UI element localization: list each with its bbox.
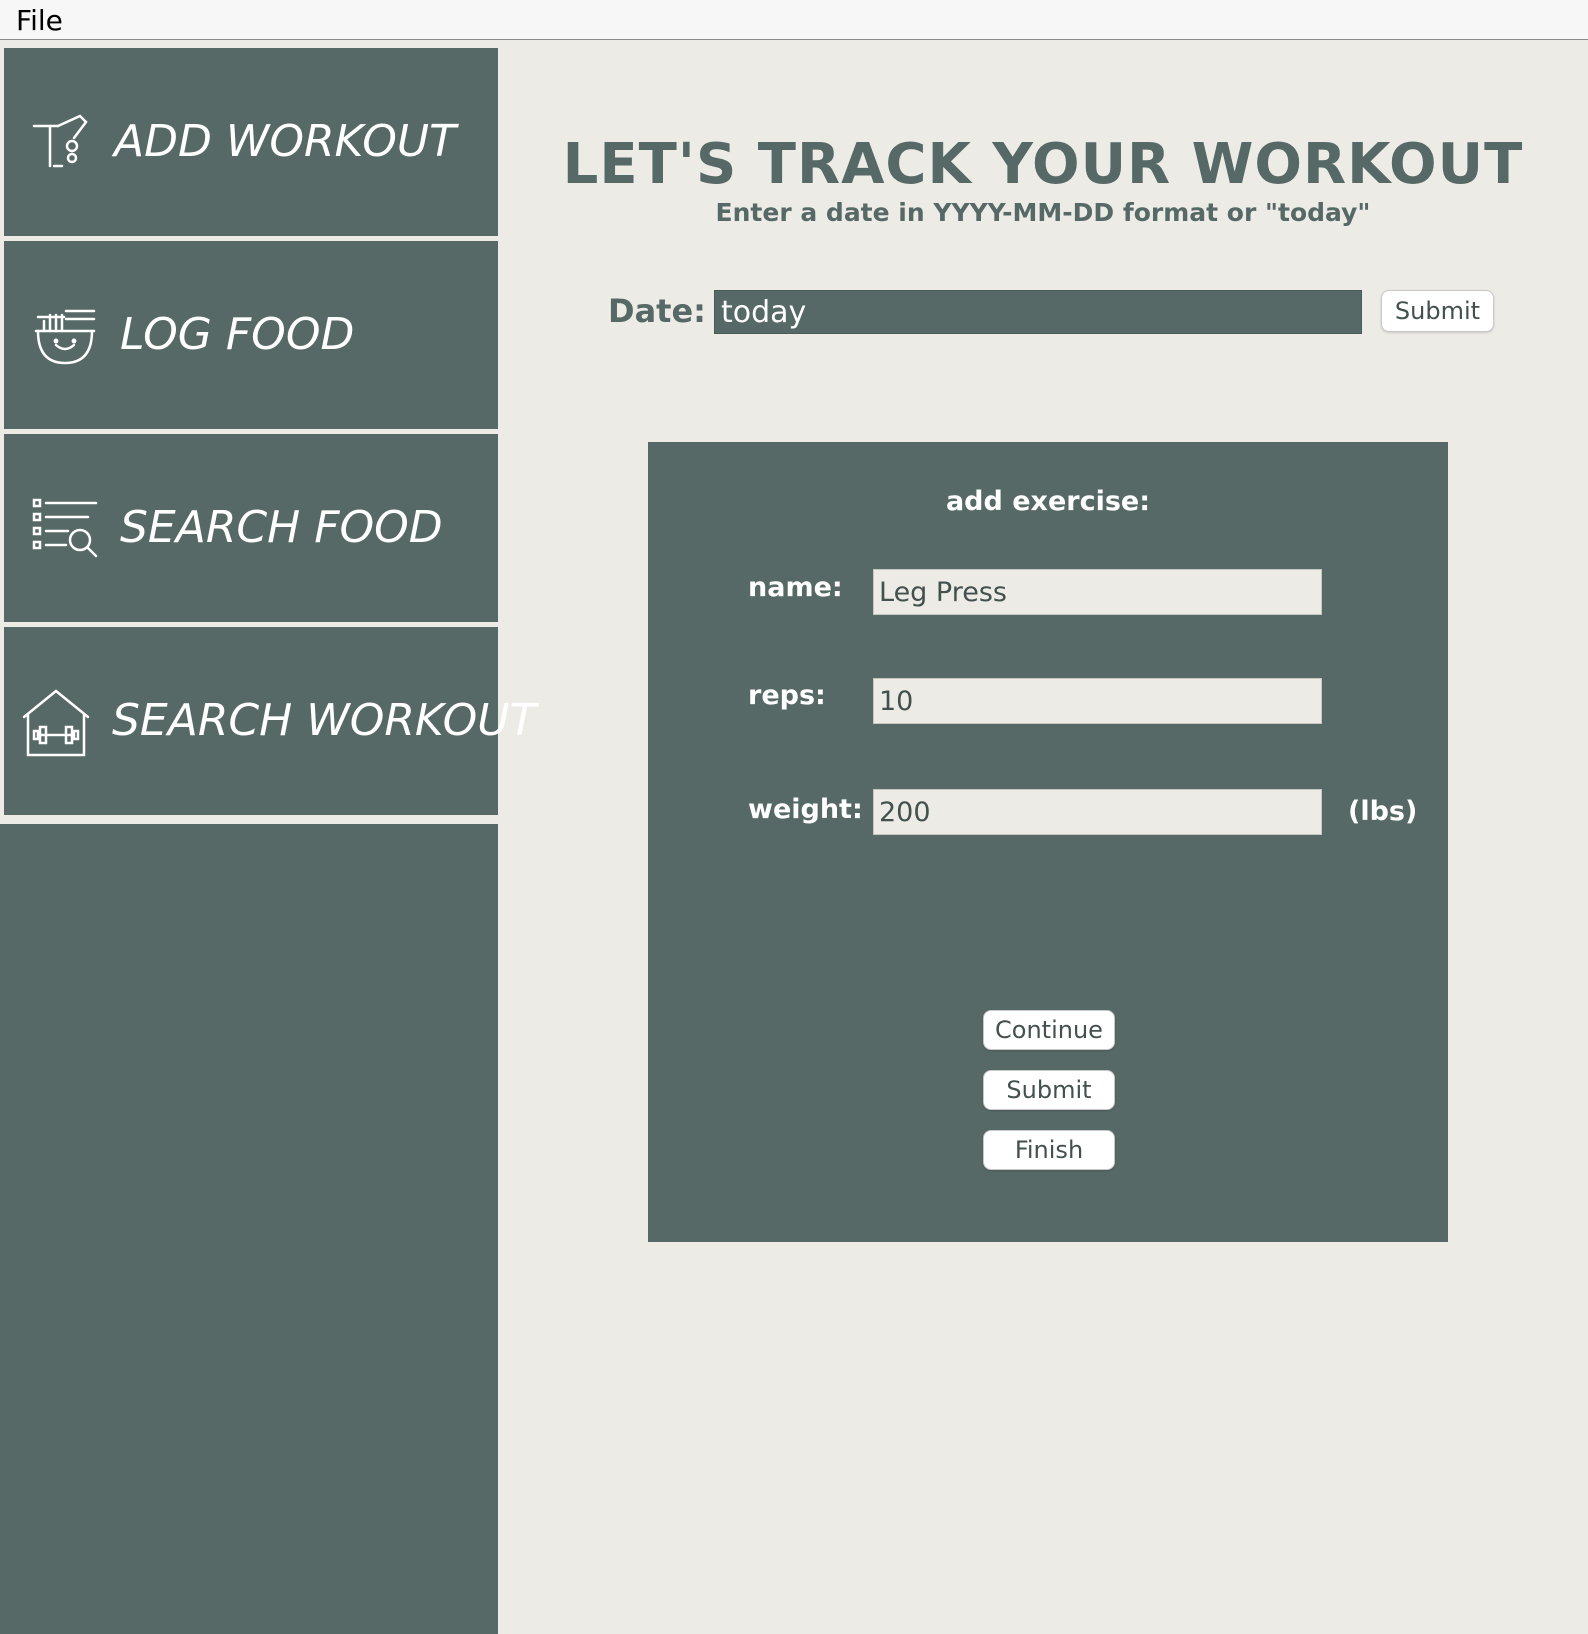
menu-bar: File bbox=[0, 0, 1588, 40]
sidebar-item-log-food[interactable]: LOG FOOD bbox=[4, 241, 498, 429]
add-exercise-panel: add exercise: name: reps: weight: (lbs) … bbox=[648, 442, 1448, 1242]
panel-title: add exercise: bbox=[945, 486, 1151, 517]
date-submit-button[interactable]: Submit bbox=[1381, 290, 1494, 332]
noodle-bowl-icon bbox=[34, 309, 96, 365]
sidebar-empty-area bbox=[0, 824, 498, 1634]
submit-button[interactable]: Submit bbox=[983, 1070, 1115, 1110]
treadmill-icon bbox=[32, 114, 88, 168]
weight-field[interactable] bbox=[873, 789, 1322, 835]
reps-label: reps: bbox=[748, 680, 826, 711]
sidebar-item-label: ADD WORKOUT bbox=[114, 116, 456, 167]
date-input[interactable] bbox=[714, 290, 1362, 334]
name-label: name: bbox=[748, 572, 843, 603]
finish-button[interactable]: Finish bbox=[983, 1130, 1115, 1170]
sidebar-item-label: SEARCH FOOD bbox=[120, 502, 443, 553]
sidebar: ADD WORKOUT LOG FOOD SEARCH FOOD SEARCH … bbox=[0, 41, 536, 1634]
weight-label: weight: bbox=[748, 794, 863, 825]
sidebar-item-label: SEARCH WORKOUT bbox=[112, 695, 537, 746]
weight-unit-label: (lbs) bbox=[1348, 796, 1418, 827]
page-subtitle: Enter a date in YYYY-MM-DD format or "to… bbox=[715, 198, 1371, 227]
sidebar-item-search-workout[interactable]: SEARCH WORKOUT bbox=[4, 627, 536, 815]
sidebar-item-add-workout[interactable]: ADD WORKOUT bbox=[4, 48, 498, 236]
exercise-name-field[interactable] bbox=[873, 569, 1322, 615]
reps-field[interactable] bbox=[873, 678, 1322, 724]
sidebar-item-search-food[interactable]: SEARCH FOOD bbox=[4, 434, 498, 622]
sidebar-item-label: LOG FOOD bbox=[120, 309, 355, 360]
file-menu[interactable]: File bbox=[16, 4, 63, 37]
gym-house-icon bbox=[22, 689, 90, 757]
continue-button[interactable]: Continue bbox=[983, 1010, 1115, 1050]
page-title: LET'S TRACK YOUR WORKOUT bbox=[562, 132, 1524, 197]
list-search-icon bbox=[32, 498, 98, 558]
date-label: Date: bbox=[608, 292, 706, 330]
